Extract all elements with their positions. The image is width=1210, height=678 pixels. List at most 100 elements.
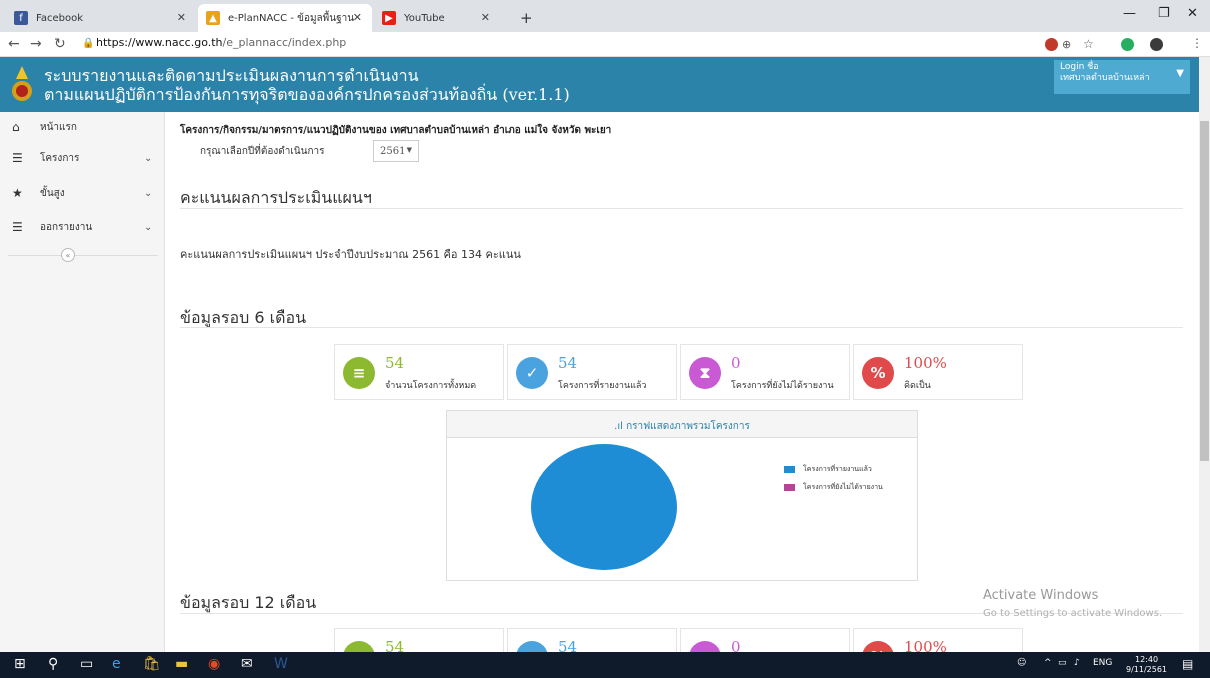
chevron-down-icon: ⌄ xyxy=(144,187,153,199)
bar-chart-icon: .ıl xyxy=(614,421,627,432)
sidebar-item-label: ขั้นสูง xyxy=(40,187,65,199)
windows-taskbar: ⊞ ⚲ ▭ e 🛍 ▬ ◉ ✉ W ☺ ^ ▭ ♪ ENG 12:40 9/11… xyxy=(0,652,1210,678)
stat-reported-projects: ✓ 54 โครงการที่รายงานแล้ว xyxy=(507,344,677,400)
year-select[interactable]: 2561 ▼ xyxy=(373,140,419,162)
tab-title: Facebook xyxy=(36,12,83,24)
percent-icon: % xyxy=(862,357,894,389)
word-icon[interactable]: W xyxy=(274,656,288,672)
hourglass-icon: ⧗ xyxy=(689,357,721,389)
extension-icon[interactable] xyxy=(1121,38,1134,51)
bookmark-star-icon[interactable]: ☆ xyxy=(1083,37,1094,51)
login-username: เทศบาลตำบลบ้านเหล่า xyxy=(1060,73,1150,83)
nacc-logo-icon: ▲ xyxy=(206,11,220,25)
tab-youtube[interactable]: ▶ YouTube ✕ xyxy=(374,4,500,32)
tab-eplannacc[interactable]: ▲ e-PlanNACC - ข้อมูลพื้นฐาน ✕ xyxy=(198,4,372,32)
year-select-value: 2561 xyxy=(380,146,406,157)
url-field[interactable]: https://www.nacc.go.th/e_plannacc/index.… xyxy=(96,36,346,49)
taskbar-clock[interactable]: 12:40 9/11/2561 xyxy=(1126,655,1167,675)
nacc-emblem-icon xyxy=(12,66,32,101)
activate-windows-subtitle: Go to Settings to activate Windows. xyxy=(983,608,1163,619)
divider xyxy=(180,327,1183,328)
close-window-icon[interactable]: ✕ xyxy=(1187,6,1198,21)
sidebar-item-reports[interactable]: ☰ ออกรายงาน ⌄ xyxy=(0,212,165,242)
site-title-line2: ตามแผนปฏิบัติการป้องกันการทุจริตขององค์ก… xyxy=(44,85,570,104)
edge-browser-icon[interactable]: e xyxy=(112,656,121,672)
clock-date: 9/11/2561 xyxy=(1126,665,1168,674)
database-icon: ≡ xyxy=(343,357,375,389)
people-icon[interactable]: ☺ xyxy=(1017,658,1026,668)
sidebar-collapse-button[interactable]: « xyxy=(61,248,75,262)
reload-icon[interactable]: ↻ xyxy=(54,36,66,52)
zoom-icon[interactable]: ⊕ xyxy=(1062,38,1071,51)
chrome-icon[interactable]: ◉ xyxy=(208,656,220,672)
profile-avatar-icon[interactable] xyxy=(1150,38,1163,51)
login-label: Login ชื่อ xyxy=(1060,62,1099,72)
stat-label: จำนวนโครงการทั้งหมด xyxy=(385,381,477,391)
sidebar-item-label: ออกรายงาน xyxy=(40,221,93,233)
network-icon[interactable]: ▭ xyxy=(1058,658,1067,668)
login-user-menu[interactable]: Login ชื่อ เทศบาลตำบลบ้านเหล่า ▼ xyxy=(1054,60,1190,94)
scrollbar-thumb[interactable] xyxy=(1200,121,1209,461)
language-indicator[interactable]: ENG xyxy=(1093,658,1112,668)
chart-title: กราฟแสดงภาพรวมโครงการ xyxy=(626,421,750,432)
file-explorer-icon[interactable]: ▬ xyxy=(175,656,188,672)
browser-tab-bar: f Facebook ✕ ▲ e-PlanNACC - ข้อมูลพื้นฐา… xyxy=(0,0,1210,32)
menu-kebab-icon[interactable]: ⋮ xyxy=(1191,36,1203,50)
list-icon: ☰ xyxy=(12,151,23,165)
sidebar-item-home[interactable]: ⌂ หน้าแรก xyxy=(0,112,165,142)
chevron-down-icon: ⌄ xyxy=(144,152,153,164)
list-icon: ☰ xyxy=(12,220,23,234)
score-summary: คะแนนผลการประเมินแผนฯ ประจำปีงบประมาณ 25… xyxy=(180,248,521,261)
tray-chevron-icon[interactable]: ^ xyxy=(1044,658,1052,668)
tab-facebook[interactable]: f Facebook ✕ xyxy=(6,4,196,32)
tab-title: YouTube xyxy=(404,12,445,24)
windows-start-icon[interactable]: ⊞ xyxy=(14,656,26,672)
url-path: /e_plannacc/index.php xyxy=(222,36,347,49)
sidebar-item-advanced[interactable]: ★ ขั้นสูง ⌄ xyxy=(0,178,165,208)
sidebar-item-projects[interactable]: ☰ โครงการ ⌄ xyxy=(0,143,165,173)
main-content: โครงการ/กิจกรรม/มาตรการ/แนวปฏิบัติงานของ… xyxy=(166,112,1199,678)
volume-icon[interactable]: ♪ xyxy=(1074,658,1080,668)
project-overview-chart-panel: .ıl กราฟแสดงภาพรวมโครงการ โครงการที่รายง… xyxy=(446,410,918,581)
pie-chart xyxy=(531,444,677,570)
close-tab-icon[interactable]: ✕ xyxy=(481,11,490,24)
chevron-down-icon: ⌄ xyxy=(144,221,153,233)
stat-unreported-projects: ⧗ 0 โครงการที่ยังไม่ได้รายงาน xyxy=(680,344,850,400)
chart-panel-header: .ıl กราฟแสดงภาพรวมโครงการ xyxy=(447,411,917,438)
home-icon: ⌂ xyxy=(12,120,20,134)
forward-icon[interactable]: → xyxy=(30,36,42,52)
task-view-icon[interactable]: ▭ xyxy=(80,656,93,672)
new-tab-button[interactable]: + xyxy=(512,4,533,32)
year-select-label: กรุณาเลือกปีที่ต้องดำเนินการ xyxy=(200,146,325,157)
back-icon[interactable]: ← xyxy=(8,36,20,52)
star-icon: ★ xyxy=(12,186,23,200)
stat-value: 54 xyxy=(385,354,405,372)
notifications-icon[interactable]: ▤ xyxy=(1182,657,1193,671)
search-icon[interactable]: ⚲ xyxy=(48,656,58,672)
mail-icon[interactable]: ✉ xyxy=(241,656,253,672)
stat-label: คิดเป็น xyxy=(904,381,931,391)
store-icon[interactable]: 🛍 xyxy=(143,656,161,672)
check-circle-icon: ✓ xyxy=(516,357,548,389)
close-tab-icon[interactable]: ✕ xyxy=(177,11,186,24)
stat-label: โครงการที่ยังไม่ได้รายงาน xyxy=(731,381,834,391)
pie-slice xyxy=(531,444,677,570)
legend-item-unreported: โครงการที่ยังไม่ได้รายงาน xyxy=(784,482,883,493)
chevron-down-icon: ▼ xyxy=(406,146,412,154)
url-host: https://www.nacc.go.th xyxy=(96,36,223,49)
stat-value: 54 xyxy=(558,354,578,372)
site-header: ระบบรายงานและติดตามประเมินผลงานการดำเนิน… xyxy=(0,57,1199,112)
close-tab-icon[interactable]: ✕ xyxy=(353,11,362,24)
legend-label: โครงการที่รายงานแล้ว xyxy=(803,465,872,473)
minimize-icon[interactable]: — xyxy=(1123,6,1136,21)
facebook-icon: f xyxy=(14,11,28,25)
extension-icon[interactable] xyxy=(1045,38,1058,51)
stat-value: 100% xyxy=(904,354,947,372)
divider xyxy=(180,208,1183,209)
stat-total-projects: ≡ 54 จำนวนโครงการทั้งหมด xyxy=(334,344,504,400)
maximize-icon[interactable]: ❐ xyxy=(1158,6,1170,21)
activate-windows-title: Activate Windows xyxy=(983,588,1099,603)
chevron-down-icon: ▼ xyxy=(1176,68,1184,79)
tab-title: e-PlanNACC - ข้อมูลพื้นฐาน xyxy=(228,12,355,24)
youtube-icon: ▶ xyxy=(382,11,396,25)
